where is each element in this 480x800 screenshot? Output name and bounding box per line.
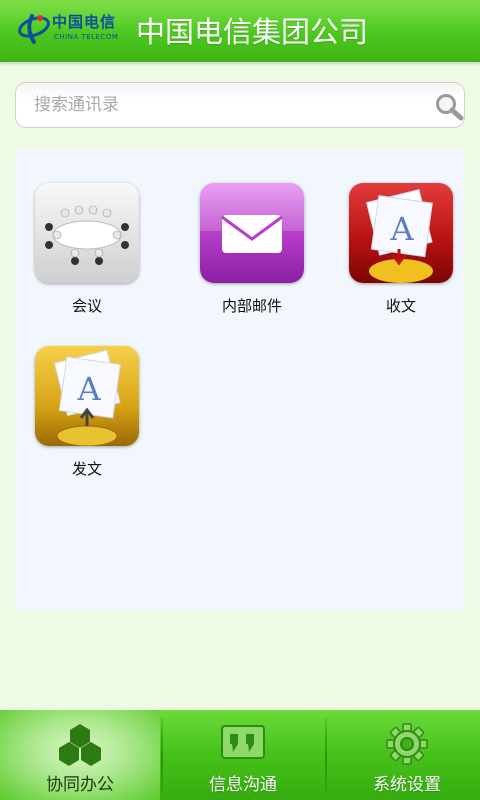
app-item-internal-mail[interactable]: 内部邮件 <box>200 183 310 315</box>
search-bar <box>15 82 465 128</box>
app-label-receive-document: 收文 <box>385 297 416 315</box>
tab-label-communication: 信息沟通 <box>209 775 277 795</box>
tab-system-settings[interactable]: 系统设置 <box>327 710 480 800</box>
app-item-meeting[interactable]: 会议 <box>35 183 145 315</box>
svg-text:A: A <box>76 370 101 408</box>
china-telecom-logo: 中国电信 CHINA TELECOM <box>16 8 128 50</box>
svg-text:A: A <box>389 210 414 248</box>
app-item-receive-document[interactable]: A 收文 <box>349 183 459 315</box>
app-label-send-document: 发文 <box>71 460 102 478</box>
chat-quote-icon <box>221 725 265 759</box>
telecom-logo-icon <box>18 14 50 44</box>
logo-english-text: CHINA TELECOM <box>54 33 119 41</box>
tab-label-collaborative-office: 协同办公 <box>46 775 114 795</box>
mail-icon[interactable] <box>200 183 304 283</box>
cubes-icon <box>59 724 101 766</box>
app-grid-panel: 会议 内部邮件 A 收文 A 发文 <box>15 148 465 610</box>
page-title: 中国电信集团公司 <box>136 15 369 49</box>
logo-chinese-text: 中国电信 <box>52 13 117 31</box>
tab-collaborative-office[interactable]: 协同办公 <box>0 710 160 800</box>
gear-icon <box>386 723 428 765</box>
app-label-meeting: 会议 <box>71 297 102 315</box>
bottom-tab-bar: 协同办公 信息沟通 系统设置 <box>0 710 480 800</box>
search-input[interactable] <box>34 92 414 118</box>
search-icon[interactable] <box>434 93 464 121</box>
tab-label-system-settings: 系统设置 <box>373 775 441 795</box>
meeting-icon[interactable] <box>35 183 139 283</box>
send-document-icon[interactable]: A <box>35 346 139 446</box>
app-label-internal-mail: 内部邮件 <box>221 297 282 315</box>
receive-document-icon[interactable]: A <box>349 183 453 283</box>
tab-communication[interactable]: 信息沟通 <box>163 710 323 800</box>
app-item-send-document[interactable]: A 发文 <box>35 346 145 478</box>
app-header: 中国电信 CHINA TELECOM 中国电信集团公司 <box>0 0 480 62</box>
